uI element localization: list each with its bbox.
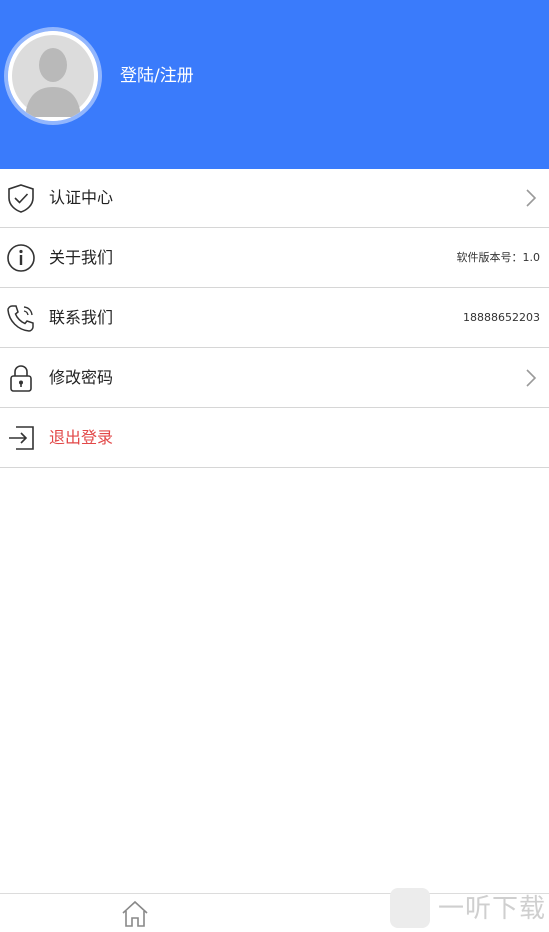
phone-number[interactable]: 18888652203 xyxy=(463,310,540,326)
menu-label: 修改密码 xyxy=(49,368,114,387)
home-icon xyxy=(122,900,148,927)
lock-icon xyxy=(6,363,36,393)
chevron-right-icon xyxy=(526,369,537,387)
menu-item-certification[interactable]: 认证中心 xyxy=(0,169,549,228)
logout-icon xyxy=(6,423,36,453)
watermark-logo-icon xyxy=(390,888,430,928)
logout-label: 退出登录 xyxy=(49,428,114,447)
menu-item-about[interactable]: 关于我们 软件版本号：1.0 xyxy=(0,229,549,288)
chevron-right-icon xyxy=(526,189,537,207)
phone-icon xyxy=(6,303,36,333)
version-text: 软件版本号：1.0 xyxy=(456,251,541,264)
menu-item-change-password[interactable]: 修改密码 xyxy=(0,349,549,408)
settings-menu: 认证中心 关于我们 软件版本号：1.0 联系我们 18888652203 修改密… xyxy=(0,169,549,468)
info-icon xyxy=(6,243,36,273)
tab-home[interactable] xyxy=(120,900,150,928)
watermark: 一听下载 xyxy=(388,886,549,929)
shield-check-icon xyxy=(6,183,36,213)
menu-item-contact[interactable]: 联系我们 18888652203 xyxy=(0,289,549,348)
menu-label: 关于我们 xyxy=(49,248,114,267)
watermark-text: 一听下载 xyxy=(438,894,547,924)
menu-label: 认证中心 xyxy=(49,188,114,207)
login-register-link[interactable]: 登陆/注册 xyxy=(120,64,194,88)
user-avatar-icon xyxy=(8,31,98,121)
menu-label: 联系我们 xyxy=(49,308,114,327)
menu-item-logout[interactable]: 退出登录 xyxy=(0,409,549,468)
avatar[interactable] xyxy=(8,31,98,121)
profile-header: 登陆/注册 xyxy=(0,0,549,169)
